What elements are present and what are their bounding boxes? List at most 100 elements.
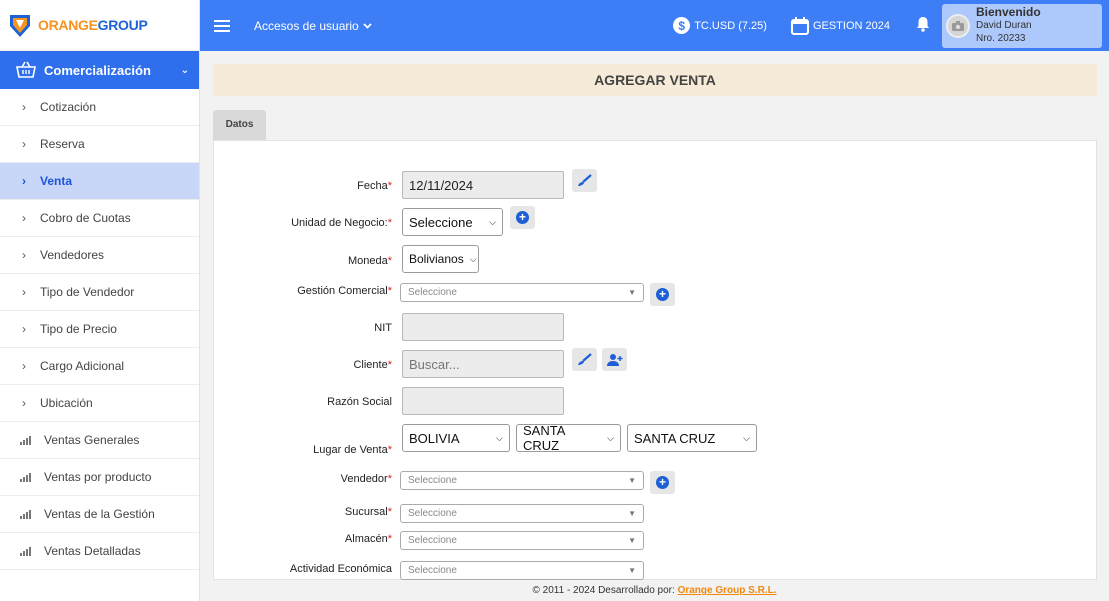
chevron-right-icon: › (22, 396, 26, 410)
gestion-comercial-label: Gestión Comercial* (297, 285, 392, 297)
clear-cliente-button[interactable] (572, 348, 597, 371)
bell-icon[interactable] (916, 16, 930, 36)
user-number: Nro. 20233 (976, 33, 1026, 44)
nit-input[interactable] (402, 313, 564, 341)
orange-group-logo-icon (10, 15, 30, 37)
chevron-down-icon: ⌵ (469, 253, 477, 264)
row-fecha: Fecha* 12/11/2024 (214, 169, 1098, 201)
caret-down-icon: ▼ (628, 476, 636, 485)
gestion-text: GESTION 2024 (812, 19, 890, 32)
gestion-indicator[interactable]: GESTION 2024 (790, 16, 890, 35)
sidebar-item-tipo-de-precio[interactable]: › Tipo de Precio (0, 311, 199, 348)
sidebar-item-venta[interactable]: › Venta (0, 163, 199, 200)
footer: © 2011 - 2024 Desarrollado por: Orange G… (200, 585, 1109, 596)
actividad-select[interactable]: Seleccione ▼ (400, 561, 644, 580)
sidebar-item-label: Ventas por producto (44, 470, 152, 484)
almacen-select[interactable]: Seleccione ▼ (400, 531, 644, 550)
chevron-down-icon: ⌄ (180, 64, 189, 76)
sidebar-item-label: Tipo de Vendedor (40, 285, 135, 299)
form-panel: Fecha* 12/11/2024 Unidad de Negocio:* Se… (213, 140, 1097, 580)
add-gestion-button[interactable]: + (650, 283, 675, 306)
cliente-label: Cliente* (353, 359, 392, 371)
brand-logo[interactable]: ORANGEGROUP (0, 0, 199, 51)
actividad-label: Actividad Económica (289, 563, 392, 575)
chevron-right-icon: › (22, 174, 26, 188)
brush-icon (578, 353, 592, 365)
cliente-search-input[interactable]: Buscar... (402, 350, 564, 378)
sidebar: ORANGEGROUP Comercialización ⌄ › Cotizaci… (0, 0, 200, 601)
row-moneda: Moneda* Bolivianos ⌵ (214, 245, 1098, 275)
sidebar-item-ubicacion[interactable]: › Ubicación (0, 385, 199, 422)
chevron-down-icon (363, 22, 372, 29)
sidebar-item-ventas-generales[interactable]: Ventas Generales (0, 422, 199, 459)
caret-down-icon: ▼ (628, 288, 636, 297)
accesos-label: Accesos de usuario (254, 18, 359, 33)
sidebar-item-ventas-de-la-gestion[interactable]: Ventas de la Gestión (0, 496, 199, 533)
bar-chart-icon (20, 472, 44, 482)
user-menu[interactable]: Bienvenido David Duran Nro. 20233 (942, 3, 1102, 48)
clear-fecha-button[interactable] (572, 169, 597, 192)
sidebar-item-ventas-por-producto[interactable]: Ventas por producto (0, 459, 199, 496)
camera-icon (952, 20, 964, 31)
chevron-down-icon: ⌵ (496, 432, 503, 443)
chevron-right-icon: › (22, 137, 26, 151)
sidebar-item-label: Ubicación (40, 396, 93, 410)
sidebar-item-label: Reserva (40, 137, 85, 151)
footer-company-link[interactable]: Orange Group S.R.L. (678, 585, 777, 596)
calendar-icon (790, 16, 809, 35)
chevron-right-icon: › (22, 285, 26, 299)
sidebar-item-tipo-de-vendedor[interactable]: › Tipo de Vendedor (0, 274, 199, 311)
ciudad-select[interactable]: SANTA CRUZ ⌵ (627, 424, 757, 452)
sidebar-item-label: Tipo de Precio (40, 322, 117, 336)
vendedor-select[interactable]: Seleccione ▼ (400, 471, 644, 490)
plus-circle-icon: + (656, 288, 669, 301)
sidebar-item-reserva[interactable]: › Reserva (0, 126, 199, 163)
brush-icon (578, 174, 592, 186)
plus-circle-icon: + (516, 211, 529, 224)
sidebar-item-label: Ventas Generales (44, 433, 140, 447)
sidebar-section-comercializacion[interactable]: Comercialización ⌄ (0, 51, 199, 89)
sidebar-item-label: Ventas Detalladas (44, 544, 141, 558)
bar-chart-icon (20, 546, 44, 556)
sidebar-item-cobro-de-cuotas[interactable]: › Cobro de Cuotas (0, 200, 199, 237)
sidebar-item-cotizacion[interactable]: › Cotización (0, 89, 199, 126)
unidad-label: Unidad de Negocio:* (291, 217, 392, 229)
accesos-dropdown[interactable]: Accesos de usuario (254, 19, 372, 33)
row-sucursal: Sucursal* Seleccione ▼ (214, 504, 1098, 534)
sidebar-item-label: Cargo Adicional (40, 359, 125, 373)
add-cliente-button[interactable] (602, 348, 627, 371)
user-name: David Duran (976, 20, 1032, 31)
pais-select[interactable]: BOLIVIA ⌵ (402, 424, 510, 452)
row-cliente: Cliente* Buscar... (214, 348, 1098, 380)
bar-chart-icon (20, 435, 44, 445)
add-vendedor-button[interactable]: + (650, 471, 675, 494)
fecha-label: Fecha* (357, 180, 392, 192)
departamento-select[interactable]: SANTA CRUZ ⌵ (516, 423, 621, 453)
razon-social-input[interactable] (402, 387, 564, 415)
caret-down-icon: ▼ (628, 566, 636, 575)
caret-down-icon: ▼ (628, 536, 636, 545)
sidebar-item-vendedores[interactable]: › Vendedores (0, 237, 199, 274)
moneda-select[interactable]: Bolivianos ⌵ (402, 245, 479, 273)
chevron-right-icon: › (22, 211, 26, 225)
row-vendedor: Vendedor* Seleccione ▼ + (214, 471, 1098, 501)
menu-toggle-icon[interactable] (200, 19, 244, 32)
fecha-input[interactable]: 12/11/2024 (402, 171, 564, 199)
chevron-down-icon: ⌵ (489, 216, 496, 227)
dollar-icon: $ (673, 17, 691, 34)
sidebar-item-cargo-adicional[interactable]: › Cargo Adicional (0, 348, 199, 385)
sucursal-select[interactable]: Seleccione ▼ (400, 504, 644, 523)
sidebar-item-label: Cotización (40, 100, 97, 114)
row-razon-social: Razón Social (214, 387, 1098, 417)
sidebar-item-ventas-detalladas[interactable]: Ventas Detalladas (0, 533, 199, 570)
tab-datos[interactable]: Datos (213, 110, 266, 140)
gestion-comercial-select[interactable]: Seleccione ▼ (400, 283, 644, 302)
add-unidad-button[interactable]: + (510, 206, 535, 229)
lugar-venta-label: Lugar de Venta* (313, 444, 392, 456)
vendedor-label: Vendedor* (340, 473, 392, 485)
user-plus-icon (606, 354, 622, 366)
sucursal-label: Sucursal* (344, 506, 392, 518)
nit-label: NIT (374, 322, 392, 334)
chevron-right-icon: › (22, 359, 26, 373)
unidad-select[interactable]: Seleccione ⌵ (402, 208, 503, 236)
